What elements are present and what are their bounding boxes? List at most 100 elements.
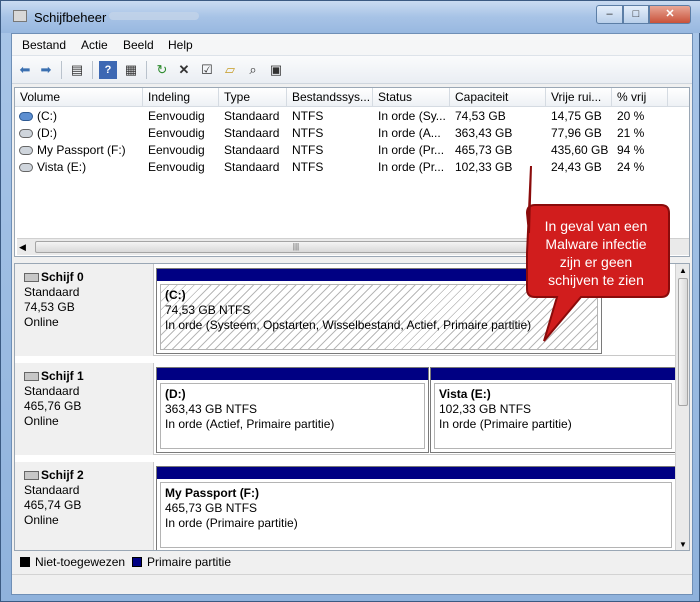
status-cell: In orde (Sy... [378, 109, 446, 123]
scrollbar-thumb[interactable]: ||| [35, 241, 557, 253]
callout-line: schijven te zien [548, 272, 644, 288]
partition-name: Vista (E:) [439, 387, 491, 401]
show-hide-icon[interactable]: ▦ [122, 61, 140, 79]
partition-name: (C:) [165, 288, 186, 302]
pct-free-cell: 20 % [617, 109, 645, 123]
table-row[interactable]: My Passport (F:) Eenvoudig Standaard NTF… [15, 142, 689, 159]
toolbar-separator [61, 61, 62, 79]
column-header-free-space[interactable]: Vrije rui... [546, 88, 612, 107]
partition-name: (D:) [165, 387, 186, 401]
callout-text: In geval van een Malware infectie zijn e… [521, 217, 671, 289]
disk-size: 74,53 GB [24, 300, 75, 314]
vertical-scrollbar[interactable]: ▲ ▼ [675, 264, 689, 550]
table-row[interactable]: Vista (E:) Eenvoudig Standaard NTFS In o… [15, 159, 689, 176]
maximize-button[interactable]: □ [623, 5, 649, 24]
partition-size: 465,73 GB NTFS [165, 501, 258, 515]
type-cell: Standaard [224, 143, 280, 157]
disk-name: Schijf 0 [41, 270, 84, 284]
table-row[interactable]: (C:) Eenvoudig Standaard NTFS In orde (S… [15, 108, 689, 125]
drive-icon [19, 163, 33, 172]
disk-state: Online [24, 414, 59, 428]
indeling-cell: Eenvoudig [148, 109, 205, 123]
table-row[interactable]: (D:) Eenvoudig Standaard NTFS In orde (A… [15, 125, 689, 142]
scroll-left-icon[interactable]: ◀ [19, 242, 26, 253]
pct-free-cell: 24 % [617, 160, 645, 174]
forward-arrow-icon[interactable]: ➡ [37, 61, 55, 79]
disk-info[interactable]: Schijf 0 Standaard 74,53 GB Online [15, 264, 154, 356]
primary-partition-bar [431, 368, 675, 380]
back-arrow-icon[interactable]: ⬅ [16, 61, 34, 79]
legend-swatch-primary [132, 557, 142, 567]
status-cell: In orde (Pr... [378, 160, 445, 174]
volume-cell: (C:) [37, 109, 57, 123]
title-bar[interactable]: Schijfbeheer – □ ✕ [1, 1, 700, 33]
disk-size: 465,76 GB [24, 399, 82, 413]
volume-cell: (D:) [37, 126, 57, 140]
pct-free-cell: 21 % [617, 126, 645, 140]
type-cell: Standaard [224, 160, 280, 174]
menu-bestand[interactable]: Bestand [22, 38, 66, 52]
type-cell: Standaard [224, 109, 280, 123]
refresh-icon[interactable]: ↻ [153, 61, 171, 79]
disk-info[interactable]: Schijf 1 Standaard 465,76 GB Online [15, 363, 154, 455]
partition-details: (C:) 74,53 GB NTFS In orde (Systeem, Ops… [160, 284, 598, 350]
disk-name: Schijf 2 [41, 468, 84, 482]
menu-actie[interactable]: Actie [81, 38, 108, 52]
column-header-volume[interactable]: Volume [15, 88, 143, 107]
drive-icon [19, 146, 33, 155]
free-space-cell: 14,75 GB [551, 109, 602, 123]
column-header-indeling[interactable]: Indeling [143, 88, 219, 107]
partition-status: In orde (Primaire partitie) [165, 516, 298, 530]
help-icon[interactable]: ? [99, 61, 117, 79]
pct-free-cell: 94 % [617, 143, 645, 157]
column-header-filesystem[interactable]: Bestandssys... [287, 88, 373, 107]
scroll-down-icon[interactable]: ▼ [679, 540, 687, 549]
search-icon[interactable]: ⌕ [244, 61, 262, 79]
properties-page-icon[interactable]: ☑ [198, 61, 216, 79]
partition-status: In orde (Actief, Primaire partitie) [165, 417, 335, 431]
status-bar [12, 574, 692, 594]
status-cell: In orde (Pr... [378, 143, 445, 157]
free-space-cell: 435,60 GB [551, 143, 609, 157]
scroll-up-icon[interactable]: ▲ [679, 266, 687, 275]
partition[interactable]: Vista (E:) 102,33 GB NTFS In orde (Prima… [430, 367, 676, 453]
indeling-cell: Eenvoudig [148, 126, 205, 140]
free-space-cell: 24,43 GB [551, 160, 602, 174]
open-folder-icon[interactable]: ▱ [221, 61, 239, 79]
disk-row: Schijf 2 Standaard 465,74 GB Online My P… [15, 462, 676, 550]
disk-type: Standaard [24, 285, 80, 299]
disk-management-icon [13, 10, 27, 22]
partition-status: In orde (Systeem, Opstarten, Wisselbesta… [165, 318, 532, 332]
legend: Niet-toegewezen Primaire partitie [14, 552, 690, 572]
delete-icon[interactable]: ✕ [175, 61, 193, 79]
partition-size: 74,53 GB NTFS [165, 303, 251, 317]
primary-partition-bar [157, 368, 428, 380]
close-button[interactable]: ✕ [649, 5, 691, 24]
toolbar-separator [92, 61, 93, 79]
disk-name: Schijf 1 [41, 369, 84, 383]
partition[interactable]: My Passport (F:) 465,73 GB NTFS In orde … [156, 466, 676, 550]
column-header-capacity[interactable]: Capaciteit [450, 88, 546, 107]
properties-icon[interactable]: ▤ [68, 61, 86, 79]
partition[interactable]: (D:) 363,43 GB NTFS In orde (Actief, Pri… [156, 367, 429, 453]
scrollbar-thumb[interactable] [678, 278, 688, 406]
status-cell: In orde (A... [378, 126, 441, 140]
disk-info[interactable]: Schijf 2 Standaard 465,74 GB Online [15, 462, 154, 550]
partition-status: In orde (Primaire partitie) [439, 417, 572, 431]
disk-state: Online [24, 513, 59, 527]
partition-details: (D:) 363,43 GB NTFS In orde (Actief, Pri… [160, 383, 425, 449]
disk-graphical-view: Schijf 0 Standaard 74,53 GB Online (C:) … [14, 263, 690, 551]
rescan-icon[interactable]: ▣ [267, 61, 285, 79]
column-header-type[interactable]: Type [219, 88, 287, 107]
volume-list-header: Volume Indeling Type Bestandssys... Stat… [15, 88, 689, 107]
minimize-button[interactable]: – [596, 5, 623, 24]
column-header-pct-free[interactable]: % vrij [612, 88, 668, 107]
legend-label: Primaire partitie [147, 555, 232, 569]
column-header-status[interactable]: Status [373, 88, 450, 107]
filesystem-cell: NTFS [292, 109, 324, 123]
menu-beeld[interactable]: Beeld [123, 38, 154, 52]
toolbar: ⬅ ➡ ▤ ? ▦ ↻ ✕ ☑ ▱ ⌕ ▣ [12, 56, 692, 84]
menu-help[interactable]: Help [168, 38, 193, 52]
disk-size: 465,74 GB [24, 498, 82, 512]
partition-size: 363,43 GB NTFS [165, 402, 258, 416]
